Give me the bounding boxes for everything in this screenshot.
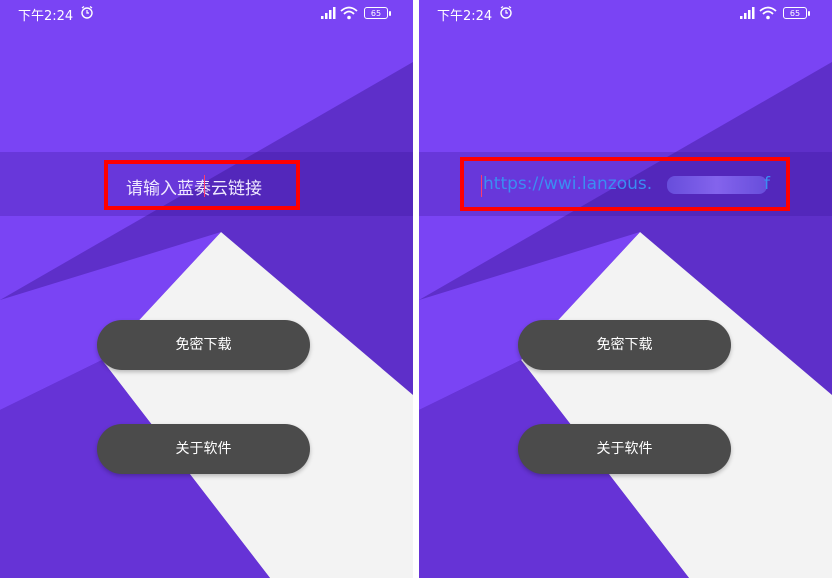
about-button[interactable]: 关于软件 [518, 424, 731, 474]
highlight-box [104, 160, 300, 210]
alarm-clock-icon [500, 6, 512, 19]
battery-indicator: 65 [783, 7, 810, 19]
about-button[interactable]: 关于软件 [97, 424, 310, 474]
background-shapes [419, 0, 832, 578]
status-time: 下午2:24 [437, 9, 493, 24]
download-button[interactable]: 免密下载 [518, 320, 731, 370]
wifi-icon [340, 6, 358, 20]
alarm-clock-icon [81, 6, 93, 19]
signal-icon [321, 7, 336, 19]
highlight-box [460, 157, 790, 211]
left-screen: 下午2:24 65 请输入蓝奏云链接 免密下载 关于软件 [0, 0, 413, 578]
right-screen: 下午2:24 65 https://wwi.lanzous. f 免密下载 关于… [419, 0, 832, 578]
battery-indicator: 65 [364, 7, 391, 19]
background-shapes [0, 0, 413, 578]
wifi-icon [759, 6, 777, 20]
status-bar: 下午2:24 65 [0, 0, 413, 28]
status-bar: 下午2:24 65 [419, 0, 832, 28]
signal-icon [740, 7, 755, 19]
download-button[interactable]: 免密下载 [97, 320, 310, 370]
status-time: 下午2:24 [18, 9, 74, 24]
